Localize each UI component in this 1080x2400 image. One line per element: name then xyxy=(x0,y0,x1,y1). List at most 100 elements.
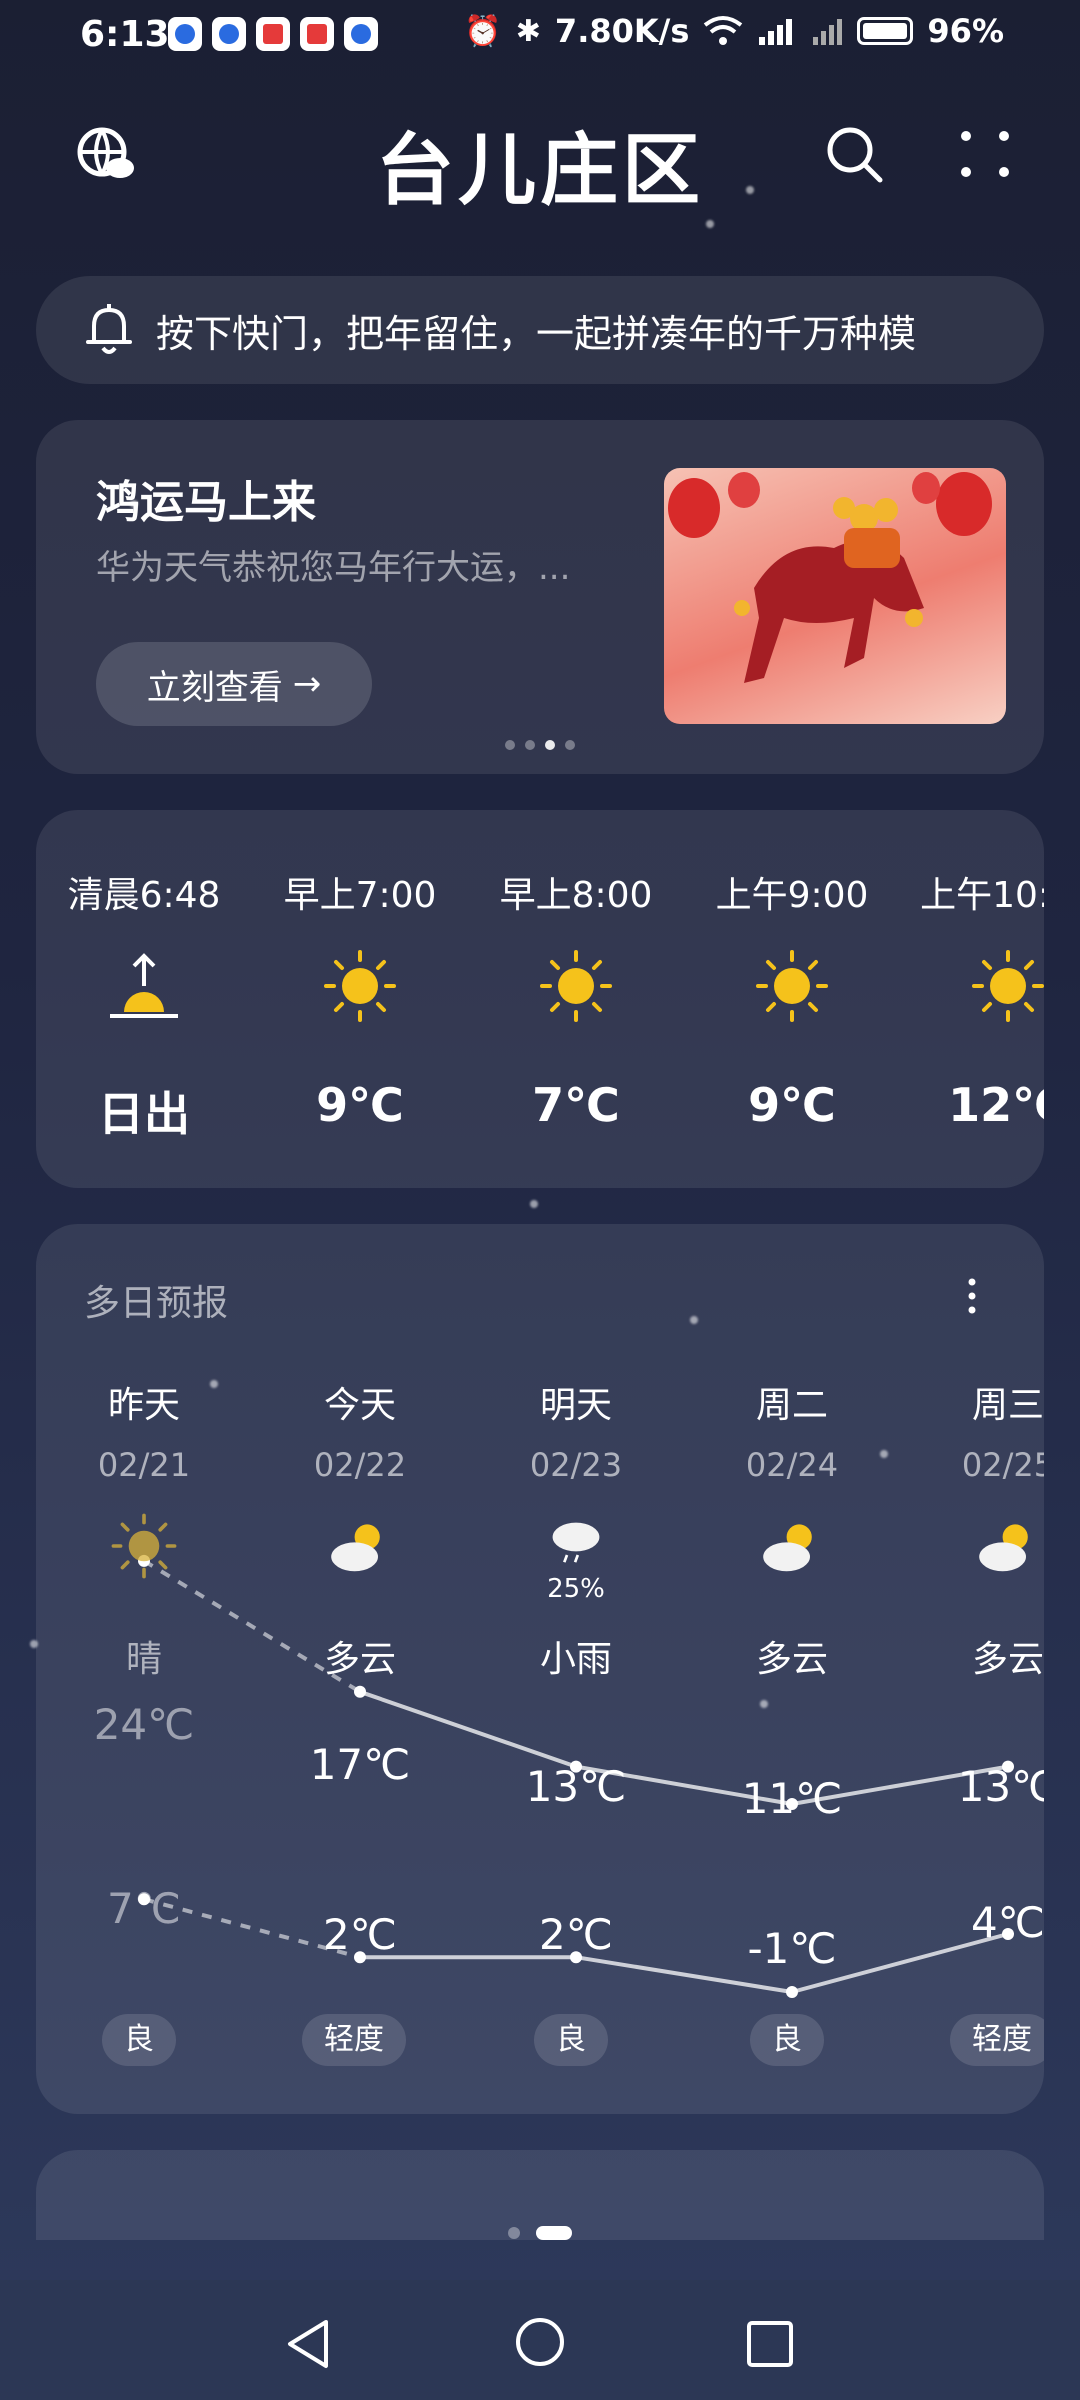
baidu-app-icon xyxy=(168,17,202,51)
carousel-dot xyxy=(505,740,515,750)
grid-menu-icon[interactable] xyxy=(958,124,1012,184)
battery-icon xyxy=(857,17,914,45)
day-condition: 多云 xyxy=(755,1639,828,1680)
page-dot xyxy=(508,2227,520,2239)
low-temp-label: 2℃ xyxy=(539,1910,613,1959)
signal-icon xyxy=(759,19,793,45)
low-temp-point xyxy=(786,1986,798,1998)
promo-card[interactable]: 鸿运马上来 华为天气恭祝您马年行大运，... 立刻查看 → xyxy=(36,420,1044,774)
status-right: ⏰ ✱ 7.80K/s 96% xyxy=(464,12,1004,50)
notice-text: 按下快门，把年留住，一起拼凑年的千万种模 xyxy=(156,311,917,356)
page-dot-active xyxy=(536,2226,572,2240)
background-star xyxy=(530,1200,538,1208)
high-temp-label: 13℃ xyxy=(525,1762,627,1811)
day-name: 今天 xyxy=(323,1385,396,1426)
aqi-badge: 良 xyxy=(102,2014,176,2066)
search-icon[interactable] xyxy=(822,122,886,186)
bell-icon xyxy=(86,304,132,354)
partly-cloudy-icon xyxy=(763,1524,812,1572)
low-temp-label: 2℃ xyxy=(323,1910,397,1959)
low-temp-label: 7℃ xyxy=(107,1884,181,1933)
high-temp-label: 13℃ xyxy=(957,1762,1044,1811)
hourly-forecast[interactable]: 清晨6:48 日出 早上7:00 9℃ 早上8:00 7℃ 上午9:00 9℃ … xyxy=(36,810,1044,1188)
sun-icon xyxy=(756,950,828,1022)
day-condition: 多云 xyxy=(323,1639,396,1680)
day-condition: 小雨 xyxy=(539,1639,612,1680)
low-temp-label: -1℃ xyxy=(747,1924,837,1973)
carousel-dot xyxy=(525,740,535,750)
day-date: 02/23 xyxy=(529,1446,623,1484)
day-name: 昨天 xyxy=(107,1385,180,1426)
bluetooth-icon: ✱ xyxy=(515,13,541,49)
day-date: 02/22 xyxy=(313,1446,407,1484)
horse-year-image xyxy=(664,468,1006,724)
partly-cloudy-icon xyxy=(979,1524,1028,1572)
day-date: 02/25 xyxy=(961,1446,1044,1484)
day-name: 明天 xyxy=(539,1385,612,1426)
aqi-badge: 轻度 xyxy=(950,2014,1044,2066)
city-title[interactable]: 台儿庄区 xyxy=(0,108,1080,220)
day-date: 02/24 xyxy=(745,1446,839,1484)
signal-icon-2 xyxy=(813,19,843,45)
aqi-badge: 良 xyxy=(750,2014,824,2066)
baidu-app-icon xyxy=(344,17,378,51)
page-indicator xyxy=(0,2226,1080,2240)
day-date: 02/21 xyxy=(97,1446,191,1484)
recent-apps-icon[interactable] xyxy=(744,2318,796,2370)
notification-icons xyxy=(168,17,378,51)
hour-value: 日出 xyxy=(98,1087,190,1141)
hour-value: 7℃ xyxy=(532,1078,620,1132)
carousel-dots xyxy=(36,740,1044,750)
shopping-app-icon xyxy=(256,17,290,51)
sun-icon xyxy=(540,950,612,1022)
wifi-icon xyxy=(704,16,743,45)
view-now-label: 立刻查看 xyxy=(146,667,283,708)
header: 台儿庄区 xyxy=(0,100,1080,220)
partly-cloudy-icon xyxy=(331,1524,380,1572)
navigation-bar xyxy=(0,2280,1080,2400)
status-time: 6:13 xyxy=(80,14,170,55)
hour-time: 早上7:00 xyxy=(283,875,437,916)
carousel-dot xyxy=(565,740,575,750)
background-star xyxy=(706,220,714,228)
day-name: 周二 xyxy=(755,1385,828,1426)
high-temp-label: 24℃ xyxy=(93,1700,195,1749)
high-temp-label: 17℃ xyxy=(309,1740,411,1789)
hour-value: 9℃ xyxy=(748,1078,836,1132)
sun-icon xyxy=(324,950,396,1022)
promo-subtitle: 华为天气恭祝您马年行大运，... xyxy=(96,548,571,588)
aqi-badge: 轻度 xyxy=(302,2014,406,2066)
high-temp-label: 11℃ xyxy=(741,1774,843,1823)
battery-percent: 96% xyxy=(927,12,1004,50)
hour-value: 9℃ xyxy=(316,1078,404,1132)
status-bar: 6:13 ⏰ ✱ 7.80K/s 96% xyxy=(0,0,1080,72)
carousel-dot-active xyxy=(545,740,555,750)
daily-forecast[interactable]: 多日预报 昨天 02/21 晴 今天 02/22 多云 明天 02/23 25%… xyxy=(36,1224,1044,2114)
sun-icon xyxy=(111,1513,177,1579)
day-condition: 多云 xyxy=(971,1639,1044,1680)
hour-time: 上午9:00 xyxy=(715,875,869,916)
home-icon[interactable] xyxy=(512,2314,568,2370)
light-rain-icon xyxy=(552,1522,600,1563)
network-speed: 7.80K/s xyxy=(554,12,690,50)
hour-value: 12℃ xyxy=(948,1078,1044,1132)
baidu-app-icon xyxy=(212,17,246,51)
day-name: 周三 xyxy=(971,1385,1044,1426)
aqi-badge: 良 xyxy=(534,2014,608,2066)
promo-title: 鸿运马上来 xyxy=(96,477,316,528)
hour-time: 上午10:00 xyxy=(920,875,1044,916)
hour-time: 清晨6:48 xyxy=(67,875,221,916)
view-now-button[interactable]: 立刻查看 → xyxy=(96,642,372,726)
hour-time: 早上8:00 xyxy=(499,875,653,916)
alarm-icon: ⏰ xyxy=(464,13,502,49)
high-temp-point xyxy=(354,1685,366,1698)
day-condition: 晴 xyxy=(125,1639,162,1680)
sunrise-icon xyxy=(110,953,178,1018)
precip-probability: 25% xyxy=(547,1574,605,1604)
reader-app-icon xyxy=(300,17,334,51)
low-temp-label: 4℃ xyxy=(971,1898,1044,1947)
notice-banner[interactable]: 按下快门，把年留住，一起拼凑年的千万种模 xyxy=(36,276,1044,384)
back-icon[interactable] xyxy=(282,2316,338,2372)
arrow-right-icon: → xyxy=(292,664,322,704)
sun-icon xyxy=(972,950,1044,1022)
